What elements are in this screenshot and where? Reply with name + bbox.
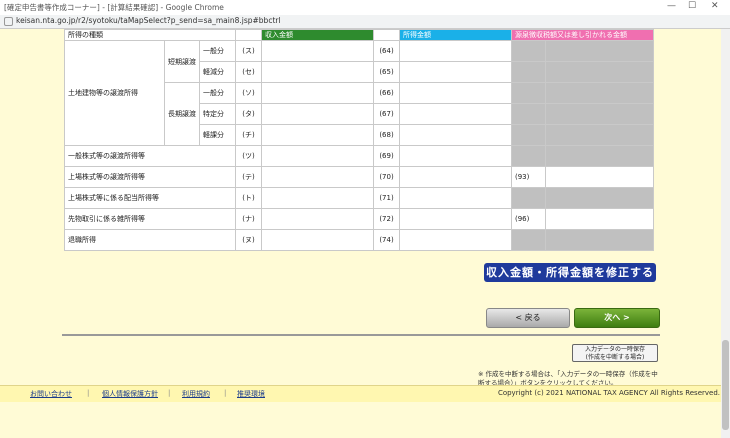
table-row: 先物取引に係る雑所得等 (ナ) (72) (96) bbox=[64, 208, 654, 230]
scrollbar[interactable] bbox=[721, 29, 730, 438]
url-text[interactable]: keisan.nta.go.jp/r2/syotoku/taMapSelect?… bbox=[16, 16, 281, 25]
lock-icon bbox=[4, 17, 13, 26]
footer: お問い合わせ | 個人情報保護方針 | 利用規約 | 推奨環境 Copyrigh… bbox=[0, 385, 730, 402]
save-draft-sublabel: (作成を中断する場合) bbox=[585, 354, 645, 361]
income-table: 所得の種類 収入金額 所得金額 源泉徴収税額又は差し引かれる金額 土地建物等の譲… bbox=[64, 29, 654, 251]
table-row: 一般株式等の譲渡所得等 (ツ) (69) bbox=[64, 145, 654, 167]
income-sum-cell bbox=[399, 40, 512, 62]
table-row: 土地建物等の譲渡所得 短期譲渡 一般分 (ス) (64) bbox=[64, 40, 654, 146]
fix-income-button[interactable]: 収入金額・所得金額を修正する bbox=[484, 263, 656, 282]
header-income-amount: 収入金額 bbox=[261, 29, 374, 41]
table-header-row: 所得の種類 収入金額 所得金額 源泉徴収税額又は差し引かれる金額 bbox=[64, 29, 654, 41]
long-term-label: 長期譲渡 bbox=[164, 82, 200, 146]
maximize-icon[interactable]: ☐ bbox=[688, 1, 696, 11]
income-amount-cell bbox=[261, 40, 374, 62]
divider bbox=[62, 334, 660, 336]
footer-separator: | bbox=[168, 389, 171, 397]
table-row: 上場株式等の譲渡所得等 (テ) (70) (93) bbox=[64, 166, 654, 188]
save-draft-button[interactable]: 入力データの一時保存 (作成を中断する場合) bbox=[572, 344, 658, 362]
header-income-type: 所得の種類 bbox=[64, 29, 236, 41]
footer-link-terms[interactable]: 利用規約 bbox=[182, 389, 210, 399]
footer-link-environment[interactable]: 推奨環境 bbox=[237, 389, 265, 399]
copyright: Copyright (c) 2021 NATIONAL TAX AGENCY A… bbox=[497, 389, 720, 397]
minimize-icon[interactable]: — bbox=[667, 1, 676, 11]
footer-link-privacy[interactable]: 個人情報保護方針 bbox=[102, 389, 158, 399]
table-row: 退職所得 (ヌ) (74) bbox=[64, 229, 654, 251]
window-titlebar: [確定申告書等作成コーナー] - [計算結果確認] - Google Chrom… bbox=[0, 0, 730, 16]
window-title: [確定申告書等作成コーナー] - [計算結果確認] - Google Chrom… bbox=[4, 3, 224, 12]
back-button[interactable]: < 戻る bbox=[486, 308, 570, 328]
page-content: 所得の種類 収入金額 所得金額 源泉徴収税額又は差し引かれる金額 土地建物等の譲… bbox=[0, 29, 730, 438]
scrollbar-thumb[interactable] bbox=[722, 340, 729, 430]
header-withholding: 源泉徴収税額又は差し引かれる金額 bbox=[511, 29, 654, 41]
footer-link-contact[interactable]: お問い合わせ bbox=[30, 389, 72, 399]
address-bar[interactable]: keisan.nta.go.jp/r2/syotoku/taMapSelect?… bbox=[0, 15, 730, 29]
close-icon[interactable]: ✕ bbox=[711, 1, 719, 11]
header-income-sum: 所得金額 bbox=[399, 29, 512, 41]
short-term-label: 短期譲渡 bbox=[164, 40, 200, 83]
footer-separator: | bbox=[87, 389, 90, 397]
land-group-label: 土地建物等の譲渡所得 bbox=[64, 40, 165, 146]
next-button[interactable]: 次へ > bbox=[574, 308, 660, 328]
footer-separator: | bbox=[224, 389, 227, 397]
table-row: 上場株式等に係る配当所得等 (ト) (71) bbox=[64, 187, 654, 209]
save-draft-label: 入力データの一時保存 bbox=[584, 346, 645, 353]
